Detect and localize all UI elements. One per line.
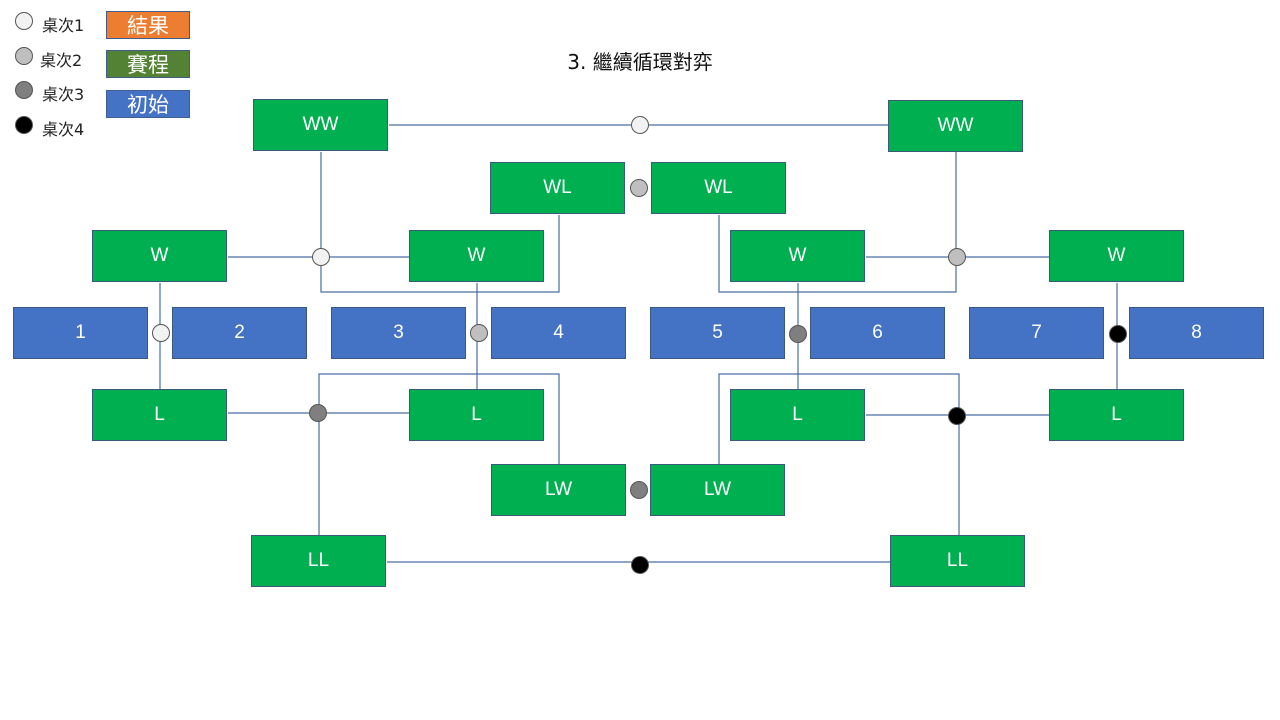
- table1-marker-w-left: [312, 248, 330, 266]
- legend-table4-marker: [15, 116, 33, 134]
- legend-table4-label: 桌次4: [42, 120, 85, 139]
- legend-table1-marker: [15, 12, 33, 30]
- l-node-3: L: [730, 389, 865, 441]
- l-node-2: L: [409, 389, 544, 441]
- w-node-4: W: [1049, 230, 1184, 282]
- table2-marker-wl: [630, 179, 648, 197]
- ww-node-left: WW: [253, 99, 388, 151]
- legend-table1-label: 桌次1: [42, 16, 85, 35]
- bracket-connectors: [15, 12, 1127, 574]
- w-node-3: W: [730, 230, 865, 282]
- table3-marker-l-left: [309, 404, 327, 422]
- table4-marker-l-right: [948, 407, 966, 425]
- legend-table2-label: 桌次2: [40, 51, 83, 70]
- l-node-4: L: [1049, 389, 1184, 441]
- table3-marker-seed56: [789, 325, 807, 343]
- ww-node-right: WW: [888, 100, 1023, 152]
- table3-marker-lw: [630, 481, 648, 499]
- table2-marker-w-right: [948, 248, 966, 266]
- seed-node-8: 8: [1129, 307, 1264, 359]
- legend-result-box: 結果: [106, 11, 190, 39]
- lw-node-right: LW: [650, 464, 785, 516]
- w-node-2: W: [409, 230, 544, 282]
- seed-node-3: 3: [331, 307, 466, 359]
- seed-node-5: 5: [650, 307, 785, 359]
- seed-node-1: 1: [13, 307, 148, 359]
- wl-node-right: WL: [651, 162, 786, 214]
- table2-marker-seed34: [470, 324, 488, 342]
- legend-table3-label: 桌次3: [42, 85, 85, 104]
- seed-node-7: 7: [969, 307, 1104, 359]
- w-node-1: W: [92, 230, 227, 282]
- lw-node-left: LW: [491, 464, 626, 516]
- table1-marker-ww: [631, 116, 649, 134]
- seed-node-4: 4: [491, 307, 626, 359]
- legend-initial-box: 初始: [106, 90, 190, 118]
- wl-node-left: WL: [490, 162, 625, 214]
- ll-node-right: LL: [890, 535, 1025, 587]
- seed-node-2: 2: [172, 307, 307, 359]
- seed-node-6: 6: [810, 307, 945, 359]
- legend-schedule-box: 賽程: [106, 50, 190, 78]
- page-title: 3. 繼續循環對弈: [567, 50, 713, 74]
- legend-table2-marker: [15, 47, 33, 65]
- table4-marker-ll: [631, 556, 649, 574]
- table4-marker-seed78: [1109, 325, 1127, 343]
- l-node-1: L: [92, 389, 227, 441]
- table1-marker-seed12: [152, 324, 170, 342]
- legend-table3-marker: [15, 81, 33, 99]
- ll-node-left: LL: [251, 535, 386, 587]
